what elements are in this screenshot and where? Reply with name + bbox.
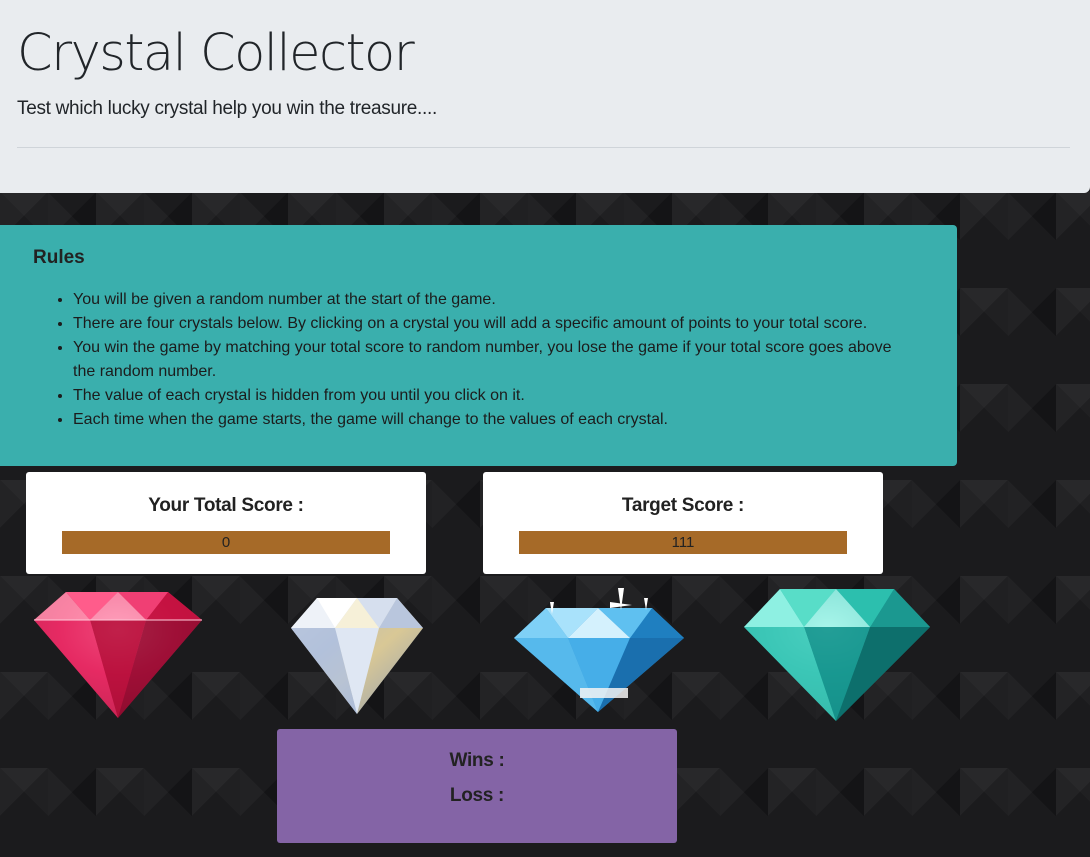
clear-crystal-button[interactable] bbox=[287, 594, 427, 716]
target-score-value: 111 bbox=[519, 531, 847, 554]
page-subtitle: Test which lucky crystal help you win th… bbox=[17, 98, 437, 119]
rule-item: The value of each crystal is hidden from… bbox=[73, 384, 917, 408]
losses-label: Loss : bbox=[449, 785, 505, 806]
total-score-label: Your Total Score : bbox=[148, 495, 304, 516]
rules-list: You will be given a random number at the… bbox=[33, 288, 917, 432]
total-score-card: Your Total Score : 0 bbox=[26, 472, 426, 574]
rule-item: Each time when the game starts, the game… bbox=[73, 408, 917, 432]
total-score-value: 0 bbox=[62, 531, 390, 554]
red-crystal-button[interactable] bbox=[22, 582, 212, 722]
page-title: Crystal Collector bbox=[17, 24, 415, 83]
rules-heading: Rules bbox=[33, 247, 85, 268]
teal-crystal-button[interactable] bbox=[740, 583, 933, 723]
header-divider bbox=[17, 147, 1070, 148]
wins-label: Wins : bbox=[449, 750, 505, 771]
target-score-card: Target Score : 111 bbox=[483, 472, 883, 574]
target-score-label: Target Score : bbox=[621, 495, 745, 516]
rule-item: There are four crystals below. By clicki… bbox=[73, 312, 917, 336]
blue-crystal-button[interactable] bbox=[510, 588, 688, 716]
rule-item: You win the game by matching your total … bbox=[73, 336, 917, 384]
rules-panel: Rules You will be given a random number … bbox=[0, 225, 957, 466]
rule-item: You will be given a random number at the… bbox=[73, 288, 917, 312]
header-jumbotron: Crystal Collector Test which lucky cryst… bbox=[0, 0, 1090, 193]
win-loss-panel: Wins : Loss : bbox=[277, 729, 677, 843]
